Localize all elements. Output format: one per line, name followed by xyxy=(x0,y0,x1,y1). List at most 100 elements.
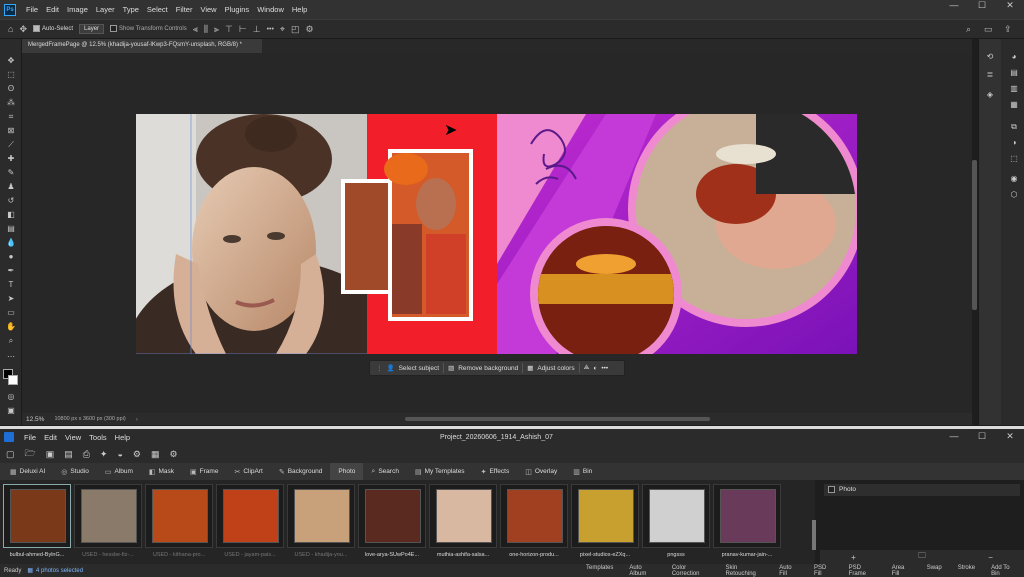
action-psd-frame[interactable]: PSD Frame xyxy=(841,565,884,577)
photo-thumbnail[interactable] xyxy=(500,484,568,548)
healing-brush-icon[interactable]: ✚ xyxy=(4,153,18,164)
thumbnail-scrollbar[interactable] xyxy=(812,520,816,550)
dodge-tool-icon[interactable]: ● xyxy=(4,251,18,262)
ps-menu-filter[interactable]: Filter xyxy=(172,5,197,14)
tab-photo[interactable]: Photo xyxy=(330,463,364,480)
libraries-icon[interactable]: ⧉ xyxy=(1007,121,1021,132)
action-area-fill[interactable]: Area Fill xyxy=(884,565,919,577)
align-right-icon[interactable]: ⫸ xyxy=(214,24,219,35)
adjustments-icon[interactable]: ◑ xyxy=(1007,137,1021,148)
album-menu-help[interactable]: Help xyxy=(111,433,134,442)
align-top-icon[interactable]: ⊤ xyxy=(225,24,233,35)
tab-background[interactable]: ✎ Background xyxy=(271,463,331,480)
tab-overlay[interactable]: ◫ Overlay xyxy=(517,463,565,480)
tab-my-templates[interactable]: ▤ My Templates xyxy=(407,463,473,480)
frame-tool-icon[interactable]: ⊠ xyxy=(4,125,18,136)
auto-select-checkbox[interactable]: Auto-Select xyxy=(32,25,73,33)
bin-folder-row[interactable]: Photo xyxy=(824,484,1020,496)
path-select-icon[interactable]: ➤ xyxy=(4,293,18,304)
ps-menu-select[interactable]: Select xyxy=(143,5,172,14)
photo-thumbnail[interactable] xyxy=(642,484,710,548)
status-arrow-icon[interactable]: › xyxy=(136,416,138,423)
tab-deluxi-ai[interactable]: ▦ Deluxi AI xyxy=(2,463,53,480)
maximize-icon[interactable]: ☐ xyxy=(968,0,996,11)
more-tools-icon[interactable]: ⋯ xyxy=(4,351,18,362)
artwork-canvas[interactable] xyxy=(136,114,857,354)
workspace-icon[interactable]: ▭ xyxy=(984,24,993,35)
preview-icon[interactable]: ▦ xyxy=(151,449,160,460)
action-auto-album[interactable]: Auto Album xyxy=(621,565,663,577)
styles-icon[interactable]: ⬚ xyxy=(1007,153,1021,164)
photo-thumbnail[interactable] xyxy=(145,484,213,548)
select-subject-button[interactable]: Select subject xyxy=(399,365,439,372)
photo-thumbnail[interactable] xyxy=(358,484,426,548)
eraser-tool-icon[interactable]: ◧ xyxy=(4,209,18,220)
blur-tool-icon[interactable]: 💧 xyxy=(4,237,18,248)
paths-icon[interactable]: ⬡ xyxy=(1007,189,1021,200)
horizontal-scrollbar[interactable] xyxy=(405,417,710,421)
tab-clipart[interactable]: ✂ ClipArt xyxy=(226,463,270,480)
album-menu-edit[interactable]: Edit xyxy=(40,433,61,442)
palette-icon[interactable]: ◒ xyxy=(117,449,122,459)
album-menu-file[interactable]: File xyxy=(20,433,40,442)
home-icon[interactable]: ⌂ xyxy=(8,24,13,34)
save-as-icon[interactable]: ▤ xyxy=(64,449,73,460)
tab-search[interactable]: ⌕ Search xyxy=(363,463,407,480)
pen-tool-icon[interactable]: ✒ xyxy=(4,265,18,276)
drag-handle-icon[interactable]: ⋮ xyxy=(376,364,383,372)
gear-icon[interactable]: ⚙ xyxy=(306,24,314,35)
photo-thumbnail[interactable] xyxy=(74,484,142,548)
more-options-button[interactable]: ••• xyxy=(267,26,274,33)
ps-menu-image[interactable]: Image xyxy=(63,5,92,14)
transform-controls-checkbox[interactable]: Show Transform Controls xyxy=(110,25,187,33)
eyedropper-tool-icon[interactable]: ⟋ xyxy=(4,139,18,150)
color-icon[interactable]: ◕ xyxy=(1007,51,1021,62)
minimize-icon[interactable]: — xyxy=(940,0,968,11)
remove-button[interactable]: − xyxy=(988,553,993,562)
close-icon[interactable]: ✕ xyxy=(996,431,1024,442)
stamp-tool-icon[interactable]: ♟ xyxy=(4,181,18,192)
screen-mode-icon[interactable]: ▣ xyxy=(4,405,18,416)
tab-studio[interactable]: ◎ Studio xyxy=(53,463,97,480)
history-brush-icon[interactable]: ↺ xyxy=(4,195,18,206)
tab-bin[interactable]: ▥ Bin xyxy=(565,463,600,480)
photo-thumbnail[interactable] xyxy=(3,484,71,548)
photo-thumbnail[interactable] xyxy=(287,484,355,548)
ps-menu-file[interactable]: File xyxy=(22,5,42,14)
ps-menu-plugins[interactable]: Plugins xyxy=(221,5,254,14)
ps-menu-layer[interactable]: Layer xyxy=(92,5,119,14)
action-skin-retouching[interactable]: Skin Retouching xyxy=(718,565,772,577)
ps-menu-view[interactable]: View xyxy=(196,5,220,14)
tab-frame[interactable]: ▣ Frame xyxy=(182,463,226,480)
close-icon[interactable]: ✕ xyxy=(996,0,1024,11)
cube-icon[interactable]: ◰ xyxy=(291,24,300,35)
new-file-icon[interactable]: ▢ xyxy=(6,449,15,460)
minimize-icon[interactable]: — xyxy=(940,431,968,442)
ps-menu-help[interactable]: Help xyxy=(288,5,311,14)
ps-document-tab[interactable]: MergedFramePage @ 12.5% (khadija-yousaf-… xyxy=(22,39,262,53)
quick-mask-icon[interactable]: ◎ xyxy=(4,391,18,402)
ps-menu-window[interactable]: Window xyxy=(253,5,288,14)
search-icon[interactable]: ⌕ xyxy=(966,24,971,35)
action-add-to-bin[interactable]: Add To Bin xyxy=(983,565,1024,577)
checkbox-unchecked-icon[interactable] xyxy=(828,486,835,493)
3d-mode-icon[interactable]: ⌖ xyxy=(280,24,285,35)
type-tool-icon[interactable]: T xyxy=(4,279,18,290)
album-menu-view[interactable]: View xyxy=(61,433,85,442)
marquee-tool-icon[interactable]: ⬚ xyxy=(4,69,18,80)
channels-icon[interactable]: ◉ xyxy=(1007,173,1021,184)
align-middle-icon[interactable]: ⊢ xyxy=(239,24,247,35)
save-icon[interactable]: ▣ xyxy=(46,449,55,460)
crop-tool-icon[interactable]: ⌗ xyxy=(4,111,18,122)
move-tool-icon[interactable]: ✥ xyxy=(19,24,27,35)
photo-thumbnail[interactable] xyxy=(216,484,284,548)
align-bottom-icon[interactable]: ⊥ xyxy=(253,24,261,35)
add-button[interactable]: + xyxy=(851,553,856,562)
action-stroke[interactable]: Stroke xyxy=(950,565,983,577)
tab-mask[interactable]: ◧ Mask xyxy=(141,463,182,480)
ps-menu-type[interactable]: Type xyxy=(119,5,143,14)
align-left-icon[interactable]: ⫷ xyxy=(193,24,198,35)
vertical-scrollbar[interactable] xyxy=(972,160,977,310)
history-icon[interactable]: ⟲ xyxy=(983,51,997,62)
album-menu-tools[interactable]: Tools xyxy=(85,433,111,442)
